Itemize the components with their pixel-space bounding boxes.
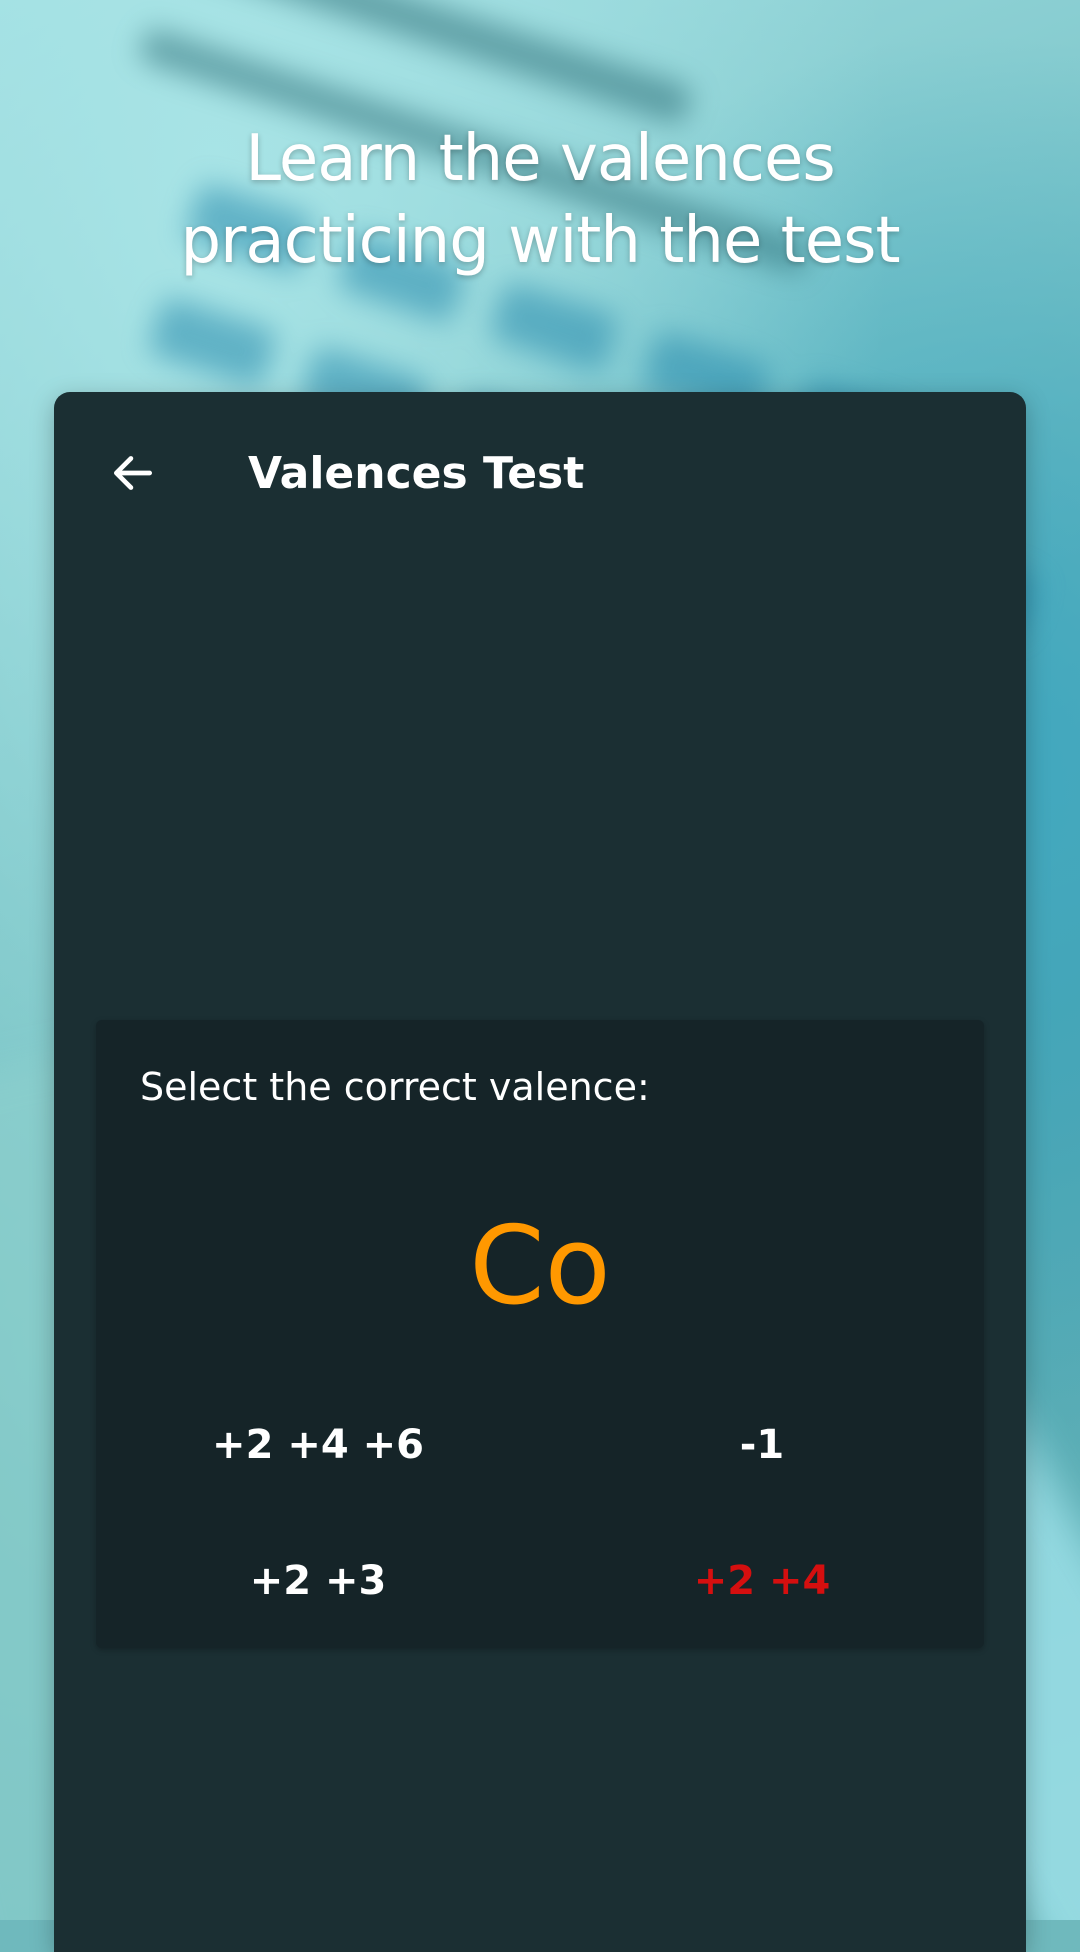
answer-option-1[interactable]: +2 +4 +6	[96, 1400, 540, 1490]
answer-option-4[interactable]: +2 +4	[540, 1536, 984, 1626]
element-symbol: Co	[469, 1204, 611, 1329]
headline-line-1: Learn the valences	[245, 122, 835, 196]
app-bar: Valences Test	[54, 392, 1026, 552]
answer-option-3[interactable]: +2 +3	[96, 1536, 540, 1626]
app-screen: Valences Test Select the correct valence…	[54, 392, 1026, 1952]
question-prompt: Select the correct valence:	[140, 1065, 650, 1109]
page-title: Valences Test	[248, 448, 585, 499]
answer-option-2[interactable]: -1	[540, 1400, 984, 1490]
arrow-left-icon	[113, 456, 153, 490]
headline-line-2: practicing with the test	[180, 204, 900, 278]
question-card: Select the correct valence: Co +2 +4 +6 …	[96, 1020, 984, 1648]
back-button[interactable]	[98, 438, 168, 508]
promo-headline: Learn the valences practicing with the t…	[0, 118, 1080, 282]
